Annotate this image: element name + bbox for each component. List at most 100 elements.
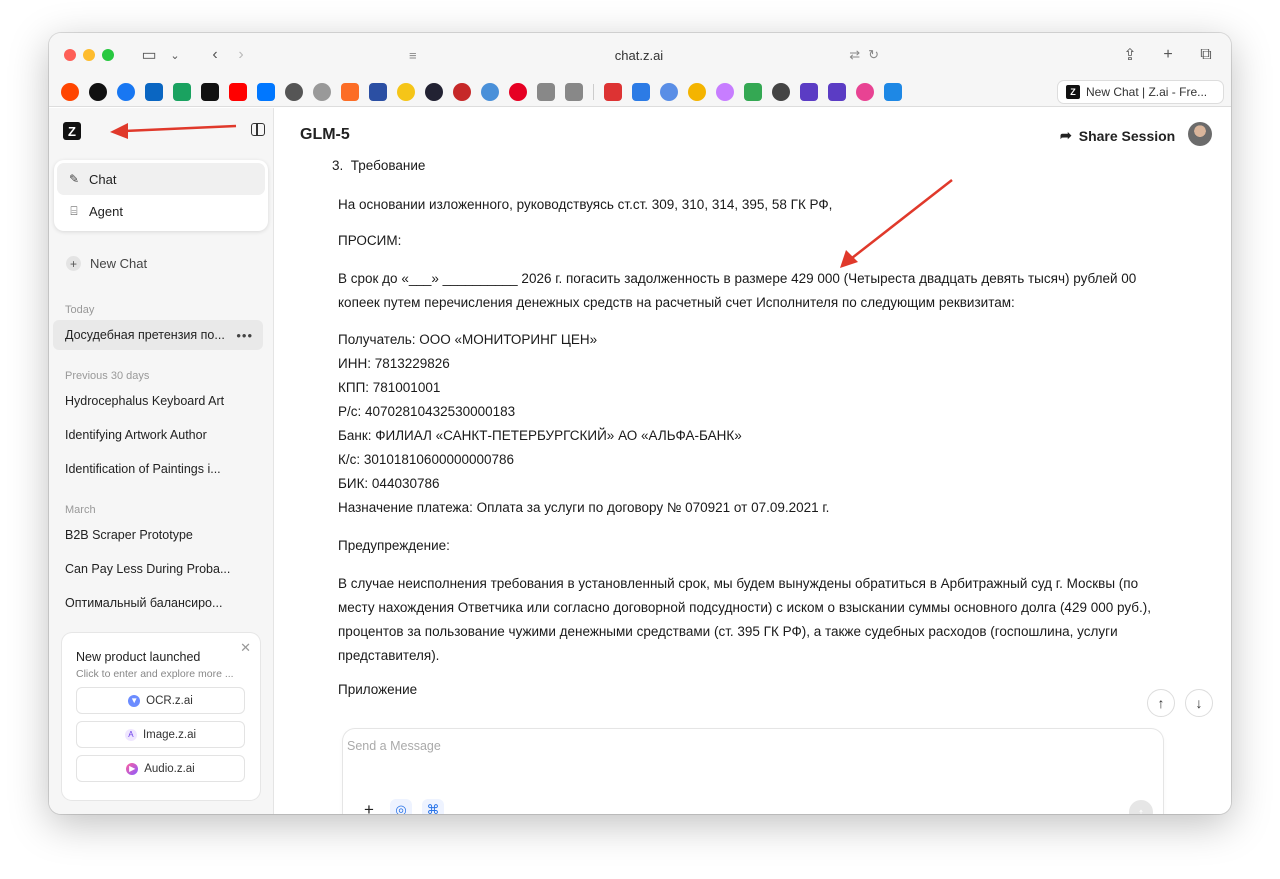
audio-link-button[interactable]: ▶ Audio.z.ai <box>76 755 245 782</box>
chat-main: GLM-5 ➦ Share Session 3. Требование На о… <box>275 108 1231 814</box>
section-title: Today <box>65 304 95 316</box>
x-icon[interactable] <box>201 82 219 101</box>
chat-history-item[interactable]: Identification of Paintings i... <box>53 454 263 484</box>
network-icon[interactable] <box>481 82 499 101</box>
mode-selector: ✎ Chat ⌸ Agent <box>54 160 268 231</box>
tool-b-icon[interactable] <box>828 82 846 101</box>
facebook-icon[interactable] <box>117 82 135 101</box>
globe-tool-icon[interactable] <box>660 82 678 101</box>
message-input[interactable]: Send a Message <box>347 739 441 753</box>
linkedin-icon[interactable] <box>145 82 163 101</box>
red-tool-icon[interactable] <box>453 82 471 101</box>
circle-tool-icon[interactable] <box>425 82 443 101</box>
mode-agent[interactable]: ⌸ Agent <box>57 195 265 227</box>
detail-line: Банк: ФИЛИАЛ «САНКТ-ПЕТЕРБУРГСКИЙ» АО «А… <box>338 428 742 443</box>
gitlab-icon[interactable] <box>341 82 359 101</box>
browser-toolbar: ▭ ⌄ ‹ › ≡ chat.z.ai ⇄ ↻ ⇪ + ⧉ <box>49 33 1231 77</box>
translate-icon[interactable]: ⇄ <box>849 47 860 63</box>
chat-history-item[interactable]: Оптимальный балансиро... <box>53 588 263 618</box>
audio-label: Audio.z.ai <box>144 762 195 775</box>
x-tool-icon[interactable] <box>369 82 387 101</box>
detail-line: ИНН: 7813229826 <box>338 356 450 371</box>
t-tool-icon[interactable] <box>884 82 902 101</box>
agent-icon: ⌸ <box>70 203 78 218</box>
reload-icon[interactable]: ↻ <box>868 47 879 63</box>
microphone-icon[interactable] <box>772 82 790 101</box>
youtube-icon[interactable] <box>229 82 247 101</box>
image-icon: A <box>124 728 137 741</box>
send-button[interactable]: ↑ <box>1129 800 1153 814</box>
folder-one-icon[interactable] <box>537 82 555 101</box>
scroll-up-button[interactable]: ↑ <box>1147 689 1175 717</box>
paragraph: На основании изложенного, руководствуясь… <box>338 197 833 212</box>
code-icon[interactable] <box>604 82 622 101</box>
chat-history-item[interactable]: B2B Scraper Prototype <box>53 520 263 550</box>
detail-line: К/с: 30101810600000000786 <box>338 452 515 467</box>
flower-icon[interactable] <box>856 82 874 101</box>
bing-icon[interactable] <box>632 82 650 101</box>
close-window-button[interactable] <box>64 49 76 61</box>
zoom-window-button[interactable] <box>102 49 114 61</box>
scroll-down-button[interactable]: ↓ <box>1185 689 1213 717</box>
tab-overview-icon[interactable]: ⧉ <box>1193 42 1219 68</box>
web-search-icon[interactable]: ◎ <box>390 799 412 814</box>
page-menu-icon[interactable]: ≡ <box>409 48 417 63</box>
new-tab-icon[interactable]: + <box>1155 42 1181 68</box>
bot-icon[interactable] <box>397 82 415 101</box>
share-session-button[interactable]: ➦ Share Session <box>1060 127 1175 144</box>
folder-two-icon[interactable] <box>565 82 583 101</box>
attach-plus-icon[interactable]: + <box>358 799 380 814</box>
chevron-down-icon[interactable]: ⌄ <box>162 42 188 68</box>
avatar[interactable] <box>1188 122 1212 146</box>
chat-history-item[interactable]: Can Pay Less During Proba... <box>53 554 263 584</box>
model-selector[interactable]: GLM-5 <box>300 126 350 144</box>
more-options-icon[interactable]: ••• <box>236 328 253 343</box>
close-icon[interactable]: ✕ <box>240 640 251 656</box>
image-link-button[interactable]: A Image.z.ai <box>76 721 245 748</box>
tools-icon[interactable]: ⌘ <box>422 799 444 814</box>
share-icon[interactable]: ⇪ <box>1117 42 1143 68</box>
share-label: Share Session <box>1078 127 1176 144</box>
sheets-icon[interactable] <box>173 82 191 101</box>
detail-line: Получатель: ООО «МОНИТОРИНГ ЦЕН» <box>338 332 598 347</box>
image-label: Image.z.ai <box>142 728 197 741</box>
threads-icon[interactable] <box>89 82 107 101</box>
url-text: chat.z.ai <box>614 47 664 63</box>
mode-chat[interactable]: ✎ Chat <box>57 163 265 195</box>
chrome-tool-icon[interactable] <box>688 82 706 101</box>
back-icon[interactable]: ‹ <box>202 42 228 68</box>
promo-subtitle: Click to enter and explore more ... <box>76 668 234 680</box>
vk-icon[interactable] <box>257 82 275 101</box>
active-tab[interactable]: Z New Chat | Z.ai - Fre... <box>1058 81 1223 103</box>
detail-line: БИК: 044030786 <box>338 476 440 491</box>
z-logo-icon[interactable]: Z <box>63 122 81 140</box>
chat-history-item[interactable]: Досудебная претензия по... ••• <box>53 320 263 350</box>
detail-line: Назначение платежа: Оплата за услуги по … <box>338 500 830 515</box>
collapse-sidebar-icon[interactable] <box>251 123 265 136</box>
section-title: March <box>65 504 96 516</box>
compass-icon[interactable] <box>313 82 331 101</box>
list-number: 3. <box>332 158 344 173</box>
sidebar-toggle-icon[interactable]: ▭ <box>136 42 162 68</box>
chat-history-item[interactable]: Identifying Artwork Author <box>53 420 263 450</box>
plus-icon: + <box>66 256 81 271</box>
tool-a-icon[interactable] <box>800 82 818 101</box>
chat-history-label: Досудебная претензия по... <box>65 328 225 342</box>
new-chat-button[interactable]: + New Chat <box>66 256 147 271</box>
forward-icon[interactable]: › <box>228 42 254 68</box>
promo-card: ✕ New product launched Click to enter an… <box>62 633 260 800</box>
minimize-window-button[interactable] <box>83 49 95 61</box>
chat-history-item[interactable]: Hydrocephalus Keyboard Art <box>53 386 263 416</box>
ocr-link-button[interactable]: ▼ OCR.z.ai <box>76 687 245 714</box>
reddit-icon[interactable] <box>61 82 79 101</box>
pinterest-icon[interactable] <box>509 82 527 101</box>
favorites-bar: Z New Chat | Z.ai - Fre... <box>49 77 1231 107</box>
favorites-divider <box>593 83 594 100</box>
address-bar[interactable]: ≡ chat.z.ai ⇄ ↻ <box>389 41 889 69</box>
tab-title: New Chat | Z.ai - Fre... <box>1086 85 1208 99</box>
mode-label: Agent <box>89 203 123 219</box>
analytics-icon[interactable] <box>744 82 762 101</box>
podcast-icon[interactable] <box>716 82 734 101</box>
paragraph: В срок до «___» __________ 2026 г. погас… <box>338 271 1137 310</box>
openai-icon[interactable] <box>285 82 303 101</box>
